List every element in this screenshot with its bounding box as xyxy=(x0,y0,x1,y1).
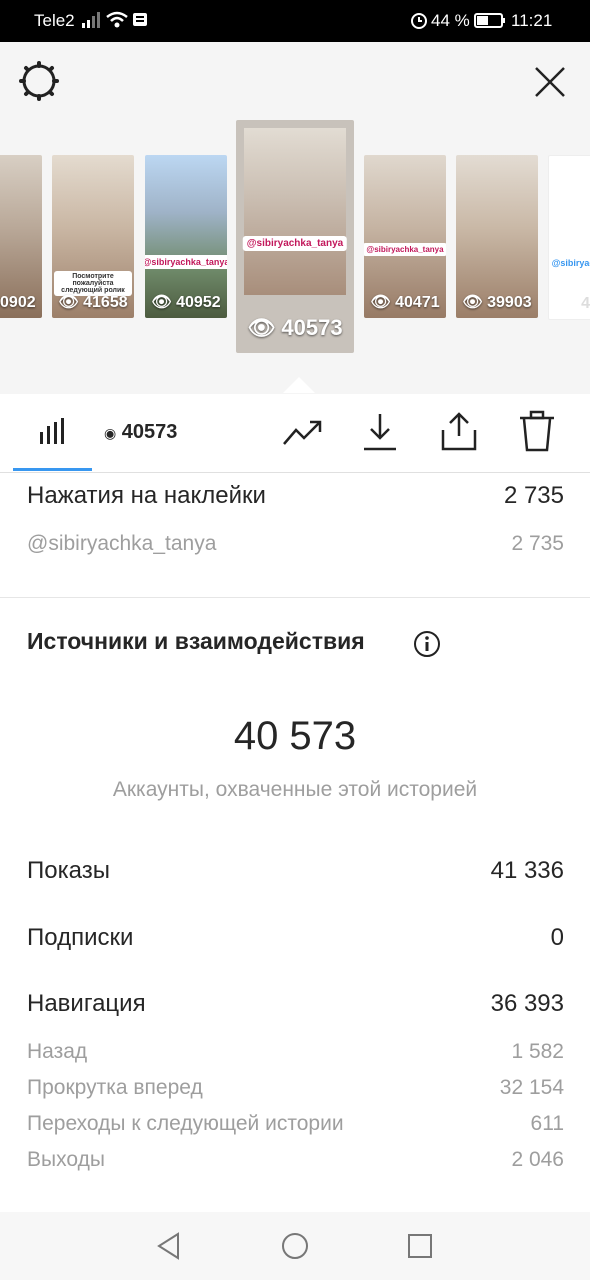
reach-label: Аккаунты, охваченные этой историей xyxy=(112,778,478,801)
story-views: 👁 40471 xyxy=(370,294,440,311)
story-views: 👁 41658 xyxy=(58,294,128,311)
impressions-value: 41 336 xyxy=(490,857,564,884)
back-nav-icon[interactable] xyxy=(156,1232,182,1260)
story-sticker: @sibiryachka_tanya xyxy=(364,243,446,256)
alarm-icon xyxy=(411,13,427,29)
back-label: Назад xyxy=(27,1040,88,1063)
story-carousel[interactable]: 👁 40902 Посмотрите пожалуйста следующий … xyxy=(0,112,590,394)
story-views: 👁 40952 xyxy=(151,294,221,311)
views-count: 40573 xyxy=(121,421,178,443)
sticker-taps-value: 2 735 xyxy=(503,482,564,509)
clock: 11:21 xyxy=(511,11,553,30)
mention-value: 2 735 xyxy=(511,532,564,555)
forward-row: Прокрутка вперед 32 154 xyxy=(27,1076,564,1100)
trending-icon[interactable] xyxy=(282,416,324,448)
follows-row: Подписки 0 xyxy=(27,924,564,952)
download-icon[interactable] xyxy=(362,412,398,452)
navigation-label: Навигация xyxy=(27,990,146,1017)
next-story-value: 611 xyxy=(530,1112,564,1135)
story-sticker: @sibiryachka_tanya xyxy=(242,236,348,251)
story-sticker: @sibiryachka_tanya xyxy=(145,255,227,269)
story-sticker: @sibiryac xyxy=(549,256,590,270)
exits-value: 2 046 xyxy=(511,1148,564,1171)
story-views: 👁 39903 xyxy=(462,294,532,311)
carrier-label: Tele2 xyxy=(34,11,75,30)
story-thumbnail[interactable]: 👁 39903 xyxy=(456,155,538,318)
follows-label: Подписки xyxy=(27,924,134,951)
navigation-value: 36 393 xyxy=(490,990,564,1017)
section-divider xyxy=(0,597,590,598)
info-icon[interactable] xyxy=(413,630,441,658)
story-thumbnail[interactable]: @sibiryachka_tanya 👁 40471 xyxy=(364,155,446,318)
follows-value: 0 xyxy=(550,924,564,951)
signal-icon xyxy=(82,12,100,28)
close-icon[interactable] xyxy=(532,64,568,100)
next-story-label: Переходы к следующей истории xyxy=(27,1112,344,1135)
exits-label: Выходы xyxy=(27,1148,105,1171)
exits-row: Выходы 2 046 xyxy=(27,1148,564,1172)
battery-percent: 44 % xyxy=(431,11,470,30)
impressions-label: Показы xyxy=(27,857,110,884)
navigation-row: Навигация 36 393 xyxy=(27,990,564,1018)
forward-label: Прокрутка вперед xyxy=(27,1076,203,1099)
impressions-row: Показы 41 336 xyxy=(27,857,564,885)
story-thumbnail[interactable]: Посмотрите пожалуйста следующий ролик 👁 … xyxy=(52,155,134,318)
selection-pointer xyxy=(283,377,315,393)
reach-value: 40 573 xyxy=(233,714,357,758)
mention-label[interactable]: @sibiryachka_tanya xyxy=(27,532,216,556)
story-insights-header xyxy=(0,42,590,120)
views-summary[interactable]: ◉ 40573 xyxy=(104,421,177,444)
next-story-row: Переходы к следующей истории 611 xyxy=(27,1112,564,1136)
back-row: Назад 1 582 xyxy=(27,1040,564,1064)
sticker-taps-label: Нажатия на наклейки xyxy=(27,482,266,509)
story-views: 👁 40573 xyxy=(247,315,343,340)
status-bar: Tele2 44 % 11:21 xyxy=(0,0,590,42)
home-nav-icon[interactable] xyxy=(281,1232,309,1260)
recents-nav-icon[interactable] xyxy=(407,1233,433,1259)
story-thumbnail[interactable]: @sibiryachka_tanya 👁 40952 xyxy=(145,155,227,318)
story-views: 40 xyxy=(581,295,590,312)
system-nav-bar xyxy=(0,1212,590,1280)
wifi-icon xyxy=(106,11,128,28)
battery-icon xyxy=(474,13,505,28)
back-value: 1 582 xyxy=(511,1040,564,1063)
bar-chart-icon[interactable] xyxy=(38,416,68,446)
story-thumbnail[interactable]: @sibiryac 40 xyxy=(548,155,590,320)
gear-icon[interactable] xyxy=(18,60,60,102)
mention-row: @sibiryachka_tanya 2 735 xyxy=(27,532,564,556)
story-views: 👁 40902 xyxy=(0,294,36,311)
story-thumbnail-selected[interactable]: @sibiryachka_tanya 👁 40573 xyxy=(236,120,354,353)
sources-title: Источники и взаимодействия xyxy=(27,628,365,654)
trash-icon[interactable] xyxy=(518,410,556,452)
share-icon[interactable] xyxy=(440,412,478,452)
sticker-taps-row: Нажатия на наклейки 2 735 xyxy=(27,482,564,510)
forward-value: 32 154 xyxy=(499,1076,564,1099)
insights-toolbar: ◉ 40573 xyxy=(0,394,590,473)
eye-icon: ◉ xyxy=(104,425,117,441)
story-thumbnail[interactable]: 👁 40902 xyxy=(0,155,42,318)
active-tab-indicator xyxy=(13,468,92,471)
notification-icon xyxy=(133,13,147,26)
